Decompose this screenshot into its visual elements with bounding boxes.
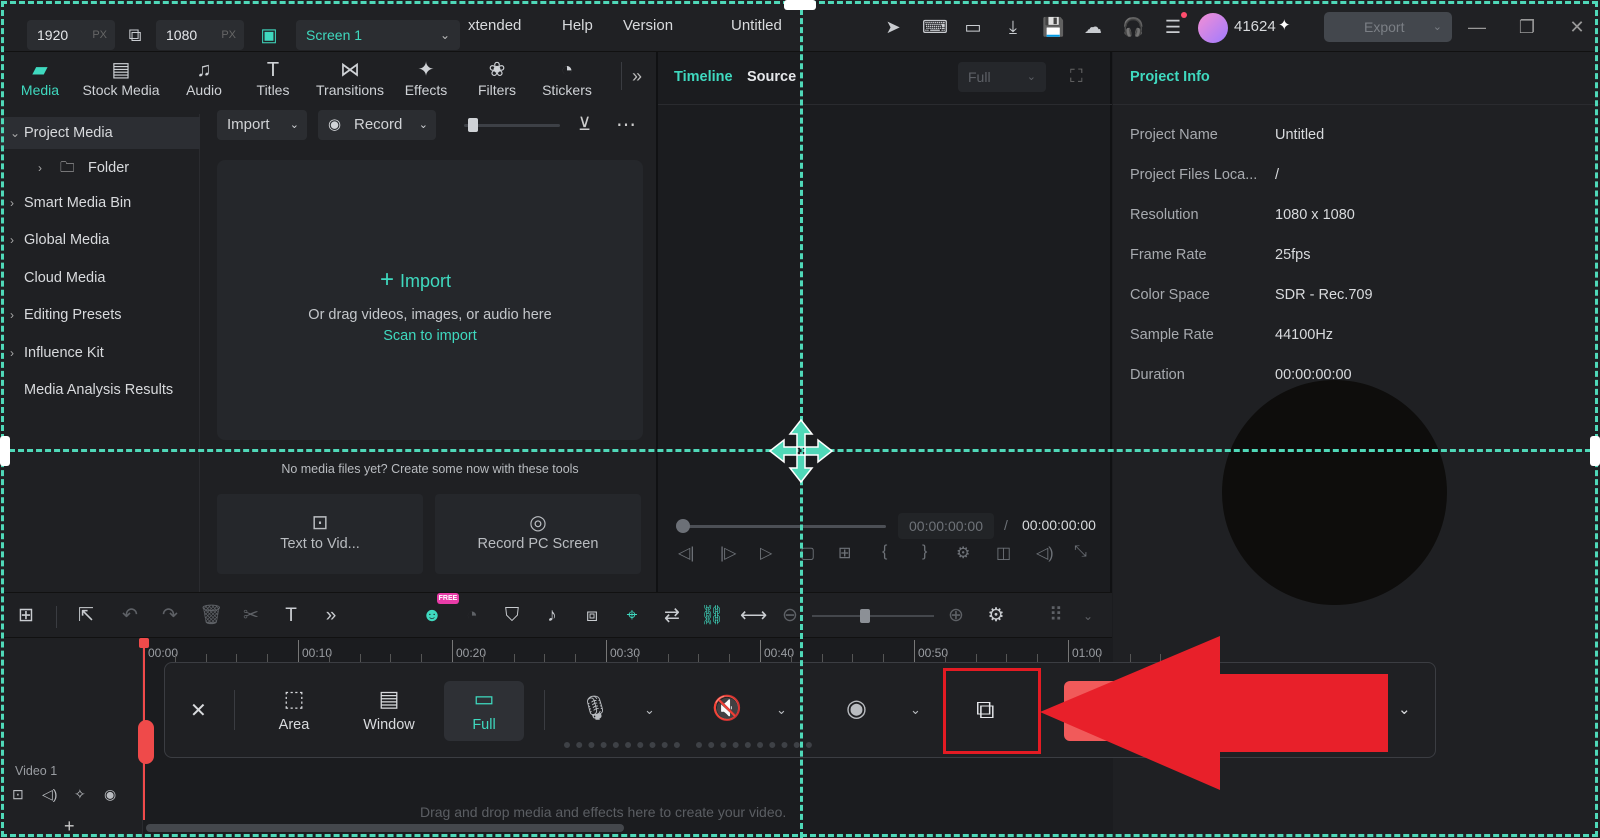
resize-handle-left[interactable] — [0, 436, 10, 466]
editor-window: 1920 PX ⧉ 1080 PX ▣ Screen 1 ⌄ xtended H… — [0, 0, 1600, 838]
resize-handle-right[interactable] — [1590, 436, 1600, 466]
resize-handle-top[interactable] — [784, 0, 816, 10]
move-arrows-icon[interactable] — [768, 418, 834, 484]
